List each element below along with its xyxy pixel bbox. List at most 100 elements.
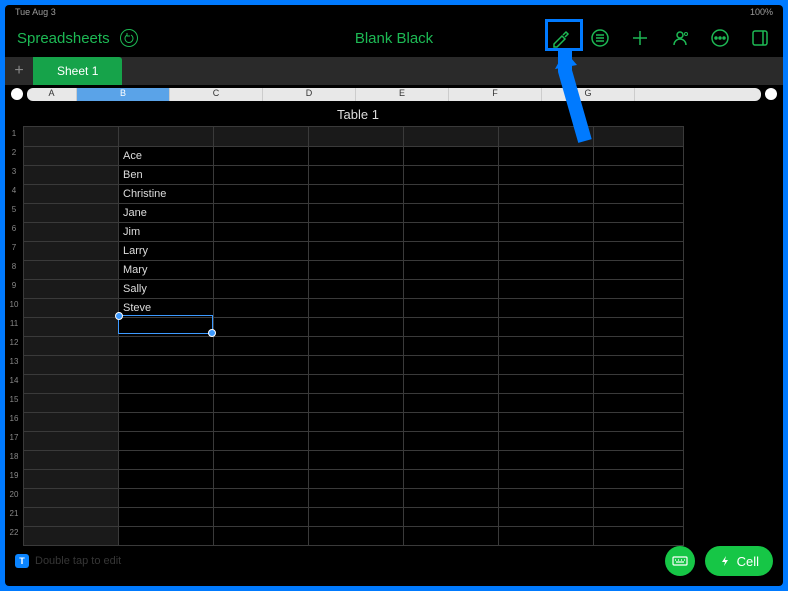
cell-G6[interactable] (594, 223, 684, 242)
cell-E17[interactable] (404, 432, 499, 451)
cell-C19[interactable] (214, 470, 309, 489)
cell-E2[interactable] (404, 147, 499, 166)
cell-G16[interactable] (594, 413, 684, 432)
cell-E12[interactable] (404, 337, 499, 356)
table-title[interactable]: Table 1 (23, 103, 693, 126)
cell-B14[interactable] (119, 375, 214, 394)
cell-B8[interactable]: Mary (119, 261, 214, 280)
cell-A3[interactable] (24, 166, 119, 185)
cell-C5[interactable] (214, 204, 309, 223)
row-header-22[interactable]: 22 (5, 523, 23, 542)
cell-G22[interactable] (594, 527, 684, 546)
cell-B3[interactable]: Ben (119, 166, 214, 185)
cell-C2[interactable] (214, 147, 309, 166)
sheet-tab-1[interactable]: Sheet 1 (33, 57, 122, 85)
cell-A14[interactable] (24, 375, 119, 394)
cell-E9[interactable] (404, 280, 499, 299)
cell-E3[interactable] (404, 166, 499, 185)
row-header-12[interactable]: 12 (5, 333, 23, 352)
column-end-handle[interactable] (765, 88, 777, 100)
cell-E16[interactable] (404, 413, 499, 432)
cell-F4[interactable] (499, 185, 594, 204)
cell-B10[interactable]: Steve (119, 299, 214, 318)
cell-E6[interactable] (404, 223, 499, 242)
cell-B13[interactable] (119, 356, 214, 375)
cell-G11[interactable] (594, 318, 684, 337)
cell-D11[interactable] (309, 318, 404, 337)
cell-D17[interactable] (309, 432, 404, 451)
cell-A15[interactable] (24, 394, 119, 413)
cell-G17[interactable] (594, 432, 684, 451)
cell-D19[interactable] (309, 470, 404, 489)
cell-A5[interactable] (24, 204, 119, 223)
cell-B9[interactable]: Sally (119, 280, 214, 299)
cell-C22[interactable] (214, 527, 309, 546)
cell-F16[interactable] (499, 413, 594, 432)
list-circle-icon[interactable] (589, 27, 611, 49)
cell-C6[interactable] (214, 223, 309, 242)
cell-D6[interactable] (309, 223, 404, 242)
row-header-19[interactable]: 19 (5, 466, 23, 485)
row-header-2[interactable]: 2 (5, 143, 23, 162)
cell-B2[interactable]: Ace (119, 147, 214, 166)
cell-A9[interactable] (24, 280, 119, 299)
cell-B15[interactable] (119, 394, 214, 413)
cell-D9[interactable] (309, 280, 404, 299)
column-header-G[interactable]: G (542, 88, 635, 101)
cell-D2[interactable] (309, 147, 404, 166)
cell-A13[interactable] (24, 356, 119, 375)
cell-G21[interactable] (594, 508, 684, 527)
cell-F9[interactable] (499, 280, 594, 299)
cell-E5[interactable] (404, 204, 499, 223)
cell-C15[interactable] (214, 394, 309, 413)
cell-G8[interactable] (594, 261, 684, 280)
cell-D12[interactable] (309, 337, 404, 356)
cell-G19[interactable] (594, 470, 684, 489)
cell-A19[interactable] (24, 470, 119, 489)
format-brush-icon[interactable] (549, 27, 571, 49)
cell-G7[interactable] (594, 242, 684, 261)
cell-C20[interactable] (214, 489, 309, 508)
cell-C11[interactable] (214, 318, 309, 337)
cell-F17[interactable] (499, 432, 594, 451)
cell-E21[interactable] (404, 508, 499, 527)
cell-G12[interactable] (594, 337, 684, 356)
cell-F3[interactable] (499, 166, 594, 185)
cell-B6[interactable]: Jim (119, 223, 214, 242)
cell-E4[interactable] (404, 185, 499, 204)
cell-format-button[interactable]: Cell (705, 546, 773, 576)
cell-A4[interactable] (24, 185, 119, 204)
cell-C4[interactable] (214, 185, 309, 204)
cell-G2[interactable] (594, 147, 684, 166)
cell-F15[interactable] (499, 394, 594, 413)
cell-A22[interactable] (24, 527, 119, 546)
cell-G18[interactable] (594, 451, 684, 470)
cell-B16[interactable] (119, 413, 214, 432)
cell-C3[interactable] (214, 166, 309, 185)
cell-F10[interactable] (499, 299, 594, 318)
cell-F20[interactable] (499, 489, 594, 508)
cell-B19[interactable] (119, 470, 214, 489)
row-header-13[interactable]: 13 (5, 352, 23, 371)
cell-B4[interactable]: Christine (119, 185, 214, 204)
row-header-18[interactable]: 18 (5, 447, 23, 466)
cell-A8[interactable] (24, 261, 119, 280)
cell-E8[interactable] (404, 261, 499, 280)
row-header-10[interactable]: 10 (5, 295, 23, 314)
cell-D8[interactable] (309, 261, 404, 280)
cell-G14[interactable] (594, 375, 684, 394)
keyboard-button[interactable] (665, 546, 695, 576)
row-header-3[interactable]: 3 (5, 162, 23, 181)
cell-A10[interactable] (24, 299, 119, 318)
column-header-B[interactable]: B (77, 88, 170, 101)
cell-C10[interactable] (214, 299, 309, 318)
row-header-5[interactable]: 5 (5, 200, 23, 219)
cell-A7[interactable] (24, 242, 119, 261)
row-header-20[interactable]: 20 (5, 485, 23, 504)
cell-C12[interactable] (214, 337, 309, 356)
cell-E22[interactable] (404, 527, 499, 546)
cell-C14[interactable] (214, 375, 309, 394)
cell-E15[interactable] (404, 394, 499, 413)
cell-E14[interactable] (404, 375, 499, 394)
row-header-8[interactable]: 8 (5, 257, 23, 276)
